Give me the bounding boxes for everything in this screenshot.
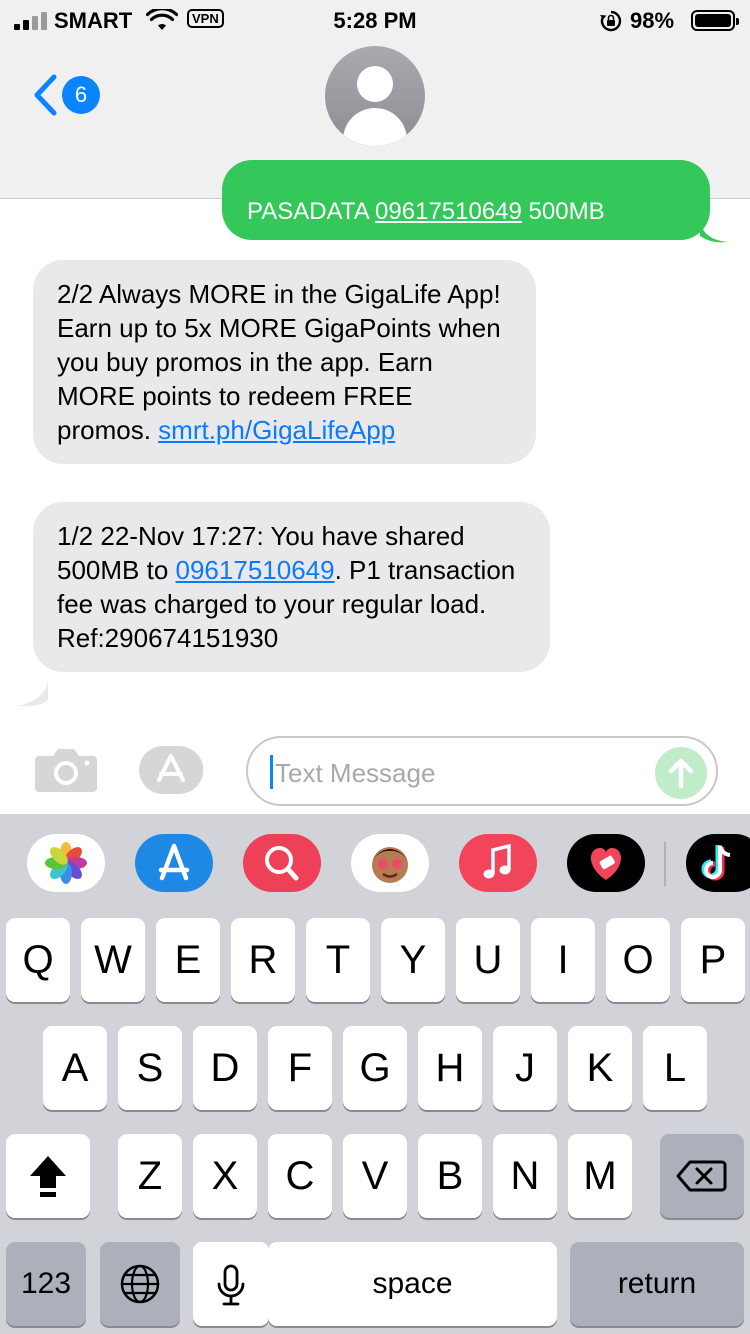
key-e[interactable]: E xyxy=(156,918,220,1002)
shift-icon xyxy=(30,1156,66,1197)
key-d[interactable]: D xyxy=(193,1026,257,1110)
key-x[interactable]: X xyxy=(193,1134,257,1218)
outgoing-bubble-tail xyxy=(700,222,728,243)
key-l[interactable]: L xyxy=(643,1026,707,1110)
message-input-field[interactable]: Text Message xyxy=(246,736,718,806)
space-key[interactable]: space xyxy=(268,1242,557,1326)
microphone-icon xyxy=(217,1264,245,1306)
composer-bar: Text Message xyxy=(0,730,750,814)
outgoing-message-prefix: PASADATA xyxy=(247,198,376,225)
key-a[interactable]: A xyxy=(43,1026,107,1110)
app-store-icon[interactable] xyxy=(139,746,213,794)
outgoing-message-number[interactable]: 09617510649 xyxy=(375,198,522,225)
message-input-placeholder: Text Message xyxy=(275,758,436,788)
outgoing-message-bubble[interactable]: PASADATA 09617510649 500MB xyxy=(222,160,710,240)
incoming-bubble-tail xyxy=(18,682,48,707)
key-q[interactable]: Q xyxy=(6,918,70,1002)
battery-icon xyxy=(691,10,739,31)
key-u[interactable]: U xyxy=(456,918,520,1002)
key-h[interactable]: H xyxy=(418,1026,482,1110)
camera-icon[interactable] xyxy=(35,746,97,792)
dictation-key[interactable] xyxy=(193,1242,269,1326)
outgoing-message-suffix: 500MB xyxy=(521,198,605,225)
return-key[interactable]: return xyxy=(570,1242,744,1326)
music-app-icon[interactable] xyxy=(459,834,537,892)
memoji-app-icon[interactable] xyxy=(351,834,429,892)
key-g[interactable]: G xyxy=(343,1026,407,1110)
key-z[interactable]: Z xyxy=(118,1134,182,1218)
key-w[interactable]: W xyxy=(81,918,145,1002)
app-store-app-icon[interactable] xyxy=(135,834,213,892)
key-j[interactable]: J xyxy=(493,1026,557,1110)
shift-key[interactable] xyxy=(6,1134,90,1218)
key-m[interactable]: M xyxy=(568,1134,632,1218)
contact-avatar[interactable] xyxy=(325,46,425,146)
backspace-icon xyxy=(676,1160,727,1192)
key-r[interactable]: R xyxy=(231,918,295,1002)
orientation-lock-icon xyxy=(600,10,622,32)
key-y[interactable]: Y xyxy=(381,918,445,1002)
search-images-app-icon[interactable] xyxy=(243,834,321,892)
numbers-key[interactable]: 123 xyxy=(6,1242,86,1326)
delete-key[interactable] xyxy=(660,1134,744,1218)
arrow-up-icon xyxy=(668,758,694,789)
status-bar: SMART VPN 5:28 PM 98% xyxy=(0,0,750,40)
globe-key[interactable] xyxy=(100,1242,180,1326)
imessage-app-drawer xyxy=(0,814,750,912)
phone-number-link[interactable]: 09617510649 xyxy=(176,555,335,585)
key-c[interactable]: C xyxy=(268,1134,332,1218)
heart-app-icon[interactable] xyxy=(567,834,645,892)
key-v[interactable]: V xyxy=(343,1134,407,1218)
key-f[interactable]: F xyxy=(268,1026,332,1110)
key-b[interactable]: B xyxy=(418,1134,482,1218)
key-n[interactable]: N xyxy=(493,1134,557,1218)
message-link[interactable]: smrt.ph/GigaLifeApp xyxy=(158,415,395,445)
keyboard: Q W E R T Y U I O P A S D F G H J K L Z X C V B N M 123 space return xyxy=(0,814,750,1334)
text-cursor xyxy=(270,755,273,789)
unread-count-badge: 6 xyxy=(62,76,100,114)
photos-app-icon[interactable] xyxy=(27,834,105,892)
message-list[interactable]: PASADATA 09617510649 500MB 2/2 Always MO… xyxy=(0,160,750,730)
incoming-message-bubble[interactable]: 1/2 22-Nov 17:27: You have shared 500MB … xyxy=(33,502,550,672)
globe-icon xyxy=(120,1264,160,1304)
key-k[interactable]: K xyxy=(568,1026,632,1110)
key-s[interactable]: S xyxy=(118,1026,182,1110)
tiktok-app-icon[interactable] xyxy=(686,834,750,892)
key-t[interactable]: T xyxy=(306,918,370,1002)
send-button[interactable] xyxy=(655,747,707,799)
key-i[interactable]: I xyxy=(531,918,595,1002)
chevron-left-icon xyxy=(34,74,57,116)
battery-percent: 98% xyxy=(630,8,675,33)
back-button[interactable]: 6 xyxy=(32,74,100,116)
incoming-message-bubble[interactable]: 2/2 Always MORE in the GigaLife App! Ear… xyxy=(33,260,536,464)
key-p[interactable]: P xyxy=(681,918,745,1002)
key-o[interactable]: O xyxy=(606,918,670,1002)
app-drawer-divider xyxy=(664,842,666,886)
